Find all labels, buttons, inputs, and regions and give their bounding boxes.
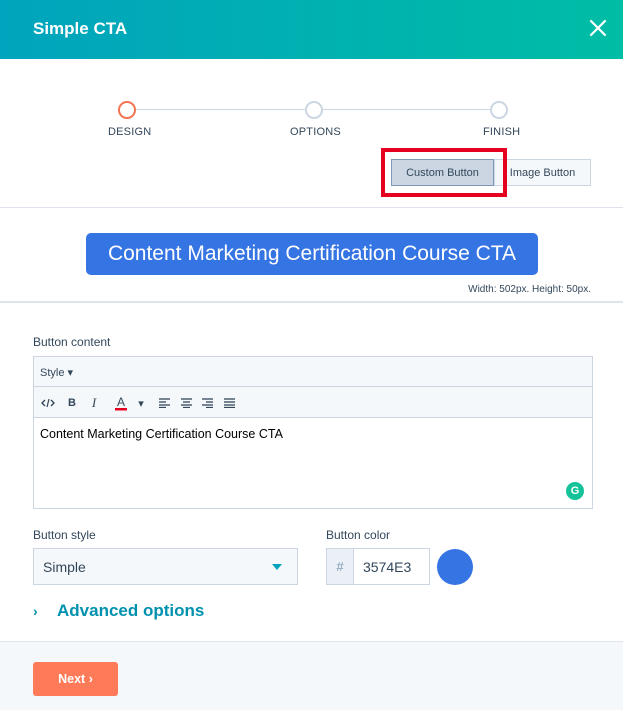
next-button[interactable]: Next ›	[33, 662, 118, 696]
modal-footer: Next ›	[0, 641, 623, 710]
editor-style-bar: Style ▾	[34, 357, 592, 387]
style-dropdown[interactable]: Style ▾	[40, 366, 73, 379]
align-right-icon[interactable]	[197, 393, 217, 413]
caret-down-icon[interactable]: ▾	[134, 393, 148, 413]
caret-down-icon	[272, 564, 282, 570]
button-color-label: Button color	[326, 528, 391, 542]
text-color-icon[interactable]: A	[110, 393, 132, 413]
source-code-icon[interactable]	[38, 393, 58, 413]
step-label-options: OPTIONS	[290, 126, 341, 138]
button-color-input[interactable]: # 3574E3	[326, 548, 430, 585]
button-style-label: Button style	[33, 528, 96, 542]
button-style-value: Simple	[43, 559, 86, 575]
align-left-icon[interactable]	[154, 393, 174, 413]
cta-dimensions: Width: 502px. Height: 50px.	[468, 284, 591, 295]
hash-prefix: #	[327, 549, 354, 584]
step-label-design: DESIGN	[108, 126, 152, 138]
button-style-select[interactable]: Simple	[33, 548, 298, 585]
italic-icon[interactable]: I	[84, 393, 104, 413]
align-center-icon[interactable]	[176, 393, 196, 413]
bold-icon[interactable]: B	[62, 393, 82, 413]
step-dot-options[interactable]	[305, 101, 323, 119]
button-color-value: 3574E3	[363, 559, 412, 575]
style-dropdown-label: Style	[40, 367, 65, 379]
step-track	[323, 109, 490, 110]
caret-down-icon: ▾	[67, 367, 74, 379]
step-progress: DESIGN OPTIONS FINISH	[0, 59, 623, 209]
chevron-right-icon: ›	[33, 603, 38, 619]
step-track	[136, 109, 305, 110]
step-label-finish: FINISH	[483, 126, 521, 138]
advanced-options-toggle[interactable]: › Advanced options	[33, 600, 204, 622]
modal-header: Simple CTA	[0, 0, 623, 59]
modal-title: Simple CTA	[33, 19, 128, 38]
rich-text-editor: Style ▾ B I A ▾ Content Marketing Certif…	[33, 356, 593, 509]
advanced-options-label: Advanced options	[57, 601, 205, 620]
align-justify-icon[interactable]	[219, 393, 239, 413]
svg-text:A: A	[117, 395, 125, 409]
step-dot-finish[interactable]	[490, 101, 508, 119]
cta-preview-area: Content Marketing Certification Course C…	[0, 207, 623, 303]
cta-preview-button: Content Marketing Certification Course C…	[86, 233, 538, 275]
highlight-annotation	[381, 148, 507, 197]
color-swatch[interactable]	[437, 549, 473, 585]
grammarly-icon[interactable]: G	[566, 482, 584, 500]
button-content-label: Button content	[33, 335, 111, 349]
editor-content[interactable]: Content Marketing Certification Course C…	[40, 427, 283, 441]
step-dot-design[interactable]	[118, 101, 136, 119]
editor-toolbar: B I A ▾	[34, 387, 592, 418]
close-icon[interactable]	[584, 14, 612, 42]
image-button-toggle[interactable]: Image Button	[494, 159, 591, 186]
